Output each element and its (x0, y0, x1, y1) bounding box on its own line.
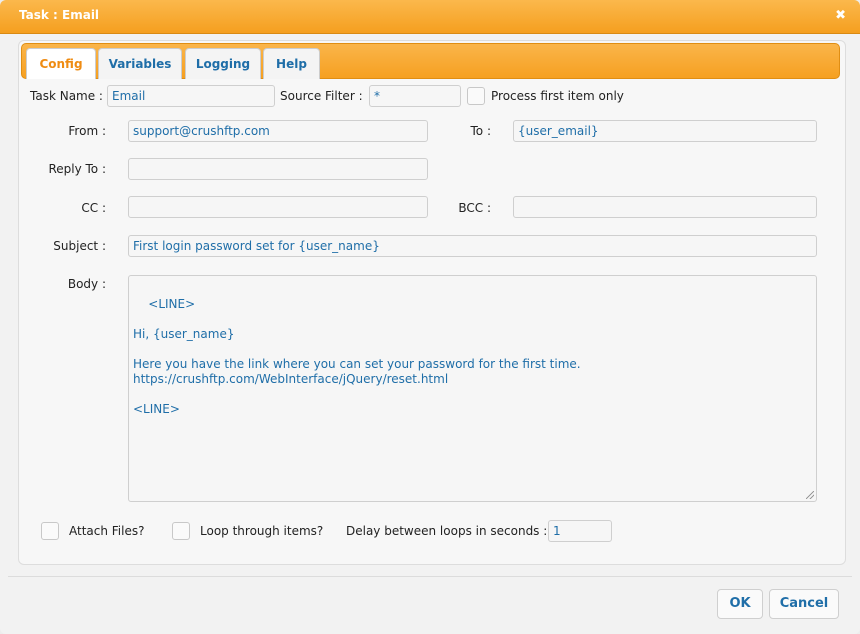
to-label: To : (470, 124, 492, 138)
task-name-input[interactable]: Email (107, 85, 275, 107)
bcc-input[interactable] (513, 196, 817, 218)
subject-label: Subject : (53, 239, 106, 253)
attach-files-checkbox[interactable] (41, 522, 59, 540)
process-first-label: Process first item only (491, 89, 624, 103)
source-filter-label: Source Filter : (280, 89, 363, 103)
body-text: <LINE> Hi, {user_name} Here you have the… (133, 297, 581, 416)
tab-variables[interactable]: Variables (98, 48, 182, 79)
delay-input[interactable]: 1 (548, 520, 612, 542)
loop-label: Loop through items? (200, 524, 324, 538)
cc-label: CC : (81, 201, 106, 215)
body-label: Body : (67, 277, 106, 291)
loop-checkbox[interactable] (172, 522, 190, 540)
tab-logging[interactable]: Logging (185, 48, 261, 79)
attach-files-label: Attach Files? (69, 524, 145, 538)
from-label: From : (68, 124, 106, 138)
process-first-checkbox[interactable] (467, 87, 485, 105)
subject-input[interactable]: First login password set for {user_name} (128, 235, 817, 257)
reply-to-input[interactable] (128, 158, 428, 180)
ok-button[interactable]: OK (717, 589, 763, 619)
reply-to-label: Reply To : (48, 162, 106, 176)
delay-label: Delay between loops in seconds : (346, 524, 548, 538)
task-email-dialog: Task : Email ✖ Config Variables Logging … (0, 0, 860, 634)
resize-grip-icon[interactable] (806, 491, 814, 499)
close-icon[interactable]: ✖ (835, 8, 846, 23)
to-input[interactable]: {user_email} (513, 120, 817, 142)
body-textarea[interactable]: <LINE> Hi, {user_name} Here you have the… (128, 275, 817, 502)
source-filter-input[interactable]: * (369, 85, 461, 107)
cc-input[interactable] (128, 196, 428, 218)
tab-config[interactable]: Config (26, 48, 96, 79)
tab-help[interactable]: Help (263, 48, 320, 79)
footer-divider (8, 576, 852, 577)
task-name-label: Task Name : (30, 89, 103, 103)
bcc-label: BCC : (458, 201, 491, 215)
cancel-button[interactable]: Cancel (769, 589, 839, 619)
title-bar[interactable]: Task : Email ✖ (0, 0, 860, 34)
tab-bar: Config Variables Logging Help (21, 43, 840, 79)
from-input[interactable]: support@crushftp.com (128, 120, 428, 142)
dialog-title: Task : Email (19, 8, 100, 22)
